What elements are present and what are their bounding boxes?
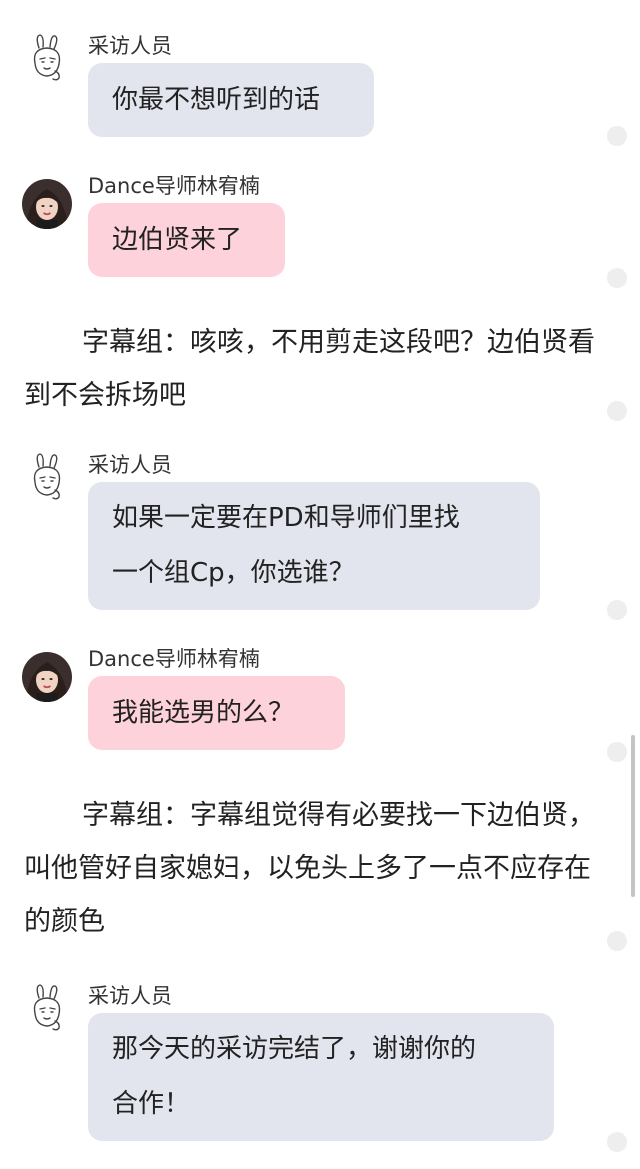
message-bubble[interactable]: 如果一定要在PD和导师们里找 一个组Cp，你选谁？ (88, 482, 540, 610)
message-bubble[interactable]: 边伯贤来了 (88, 203, 285, 277)
message-text: 我能选男的么？ (112, 698, 295, 728)
scroll-dot (607, 1132, 627, 1152)
message-text-line: 一个组Cp，你选谁？ (112, 558, 355, 588)
rabbit-sticker-icon (33, 984, 61, 1031)
narration-text: 字幕组：字幕组觉得有必要找一下边伯贤，叫他管好自家媳妇，以免头上多了一点不应存在… (24, 800, 595, 937)
message-text-line: 如果一定要在PD和导师们里找 (112, 503, 460, 533)
message-text-line: 合作！ (112, 1089, 191, 1119)
rabbit-sticker-icon (33, 453, 61, 500)
sender-name: 采访人员 (88, 984, 172, 1008)
message-text: 边伯贤来了 (112, 225, 243, 255)
message-bubble[interactable]: 我能选男的么？ (88, 676, 345, 750)
scrollbar[interactable] (631, 735, 635, 897)
sender-name: 采访人员 (88, 453, 172, 477)
sender-name: 采访人员 (88, 34, 172, 58)
profile-photo (22, 652, 72, 702)
interviewer-avatar[interactable] (22, 33, 72, 83)
rabbit-sticker-icon (33, 34, 61, 81)
scroll-dot (607, 126, 627, 146)
sender-name: Dance导师林宥楠 (88, 174, 260, 198)
mentor-avatar[interactable] (22, 179, 72, 229)
scroll-dot (607, 742, 627, 762)
mentor-avatar[interactable] (22, 652, 72, 702)
message-bubble[interactable]: 你最不想听到的话 (88, 63, 374, 137)
scroll-dot (607, 931, 627, 951)
interviewer-avatar[interactable] (22, 452, 72, 502)
scroll-dot (607, 268, 627, 288)
narration-text: 字幕组：咳咳，不用剪走这段吧？边伯贤看到不会拆场吧 (24, 327, 595, 411)
scroll-dot (607, 401, 627, 421)
scroll-dot (607, 600, 627, 620)
message-text: 你最不想听到的话 (112, 85, 321, 115)
message-text-line: 那今天的采访完结了，谢谢你的 (112, 1034, 477, 1064)
message-bubble[interactable]: 那今天的采访完结了，谢谢你的 合作！ (88, 1013, 554, 1141)
sender-name: Dance导师林宥楠 (88, 647, 260, 671)
profile-photo (22, 179, 72, 229)
interviewer-avatar[interactable] (22, 983, 72, 1033)
